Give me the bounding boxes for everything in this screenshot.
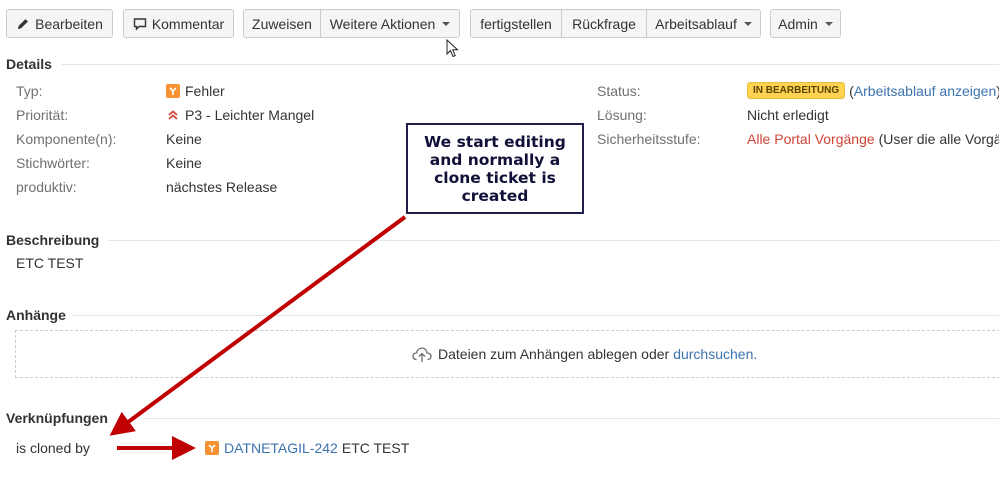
arrow-to-relation [109,215,407,436]
annotation-arrows [109,215,407,460]
